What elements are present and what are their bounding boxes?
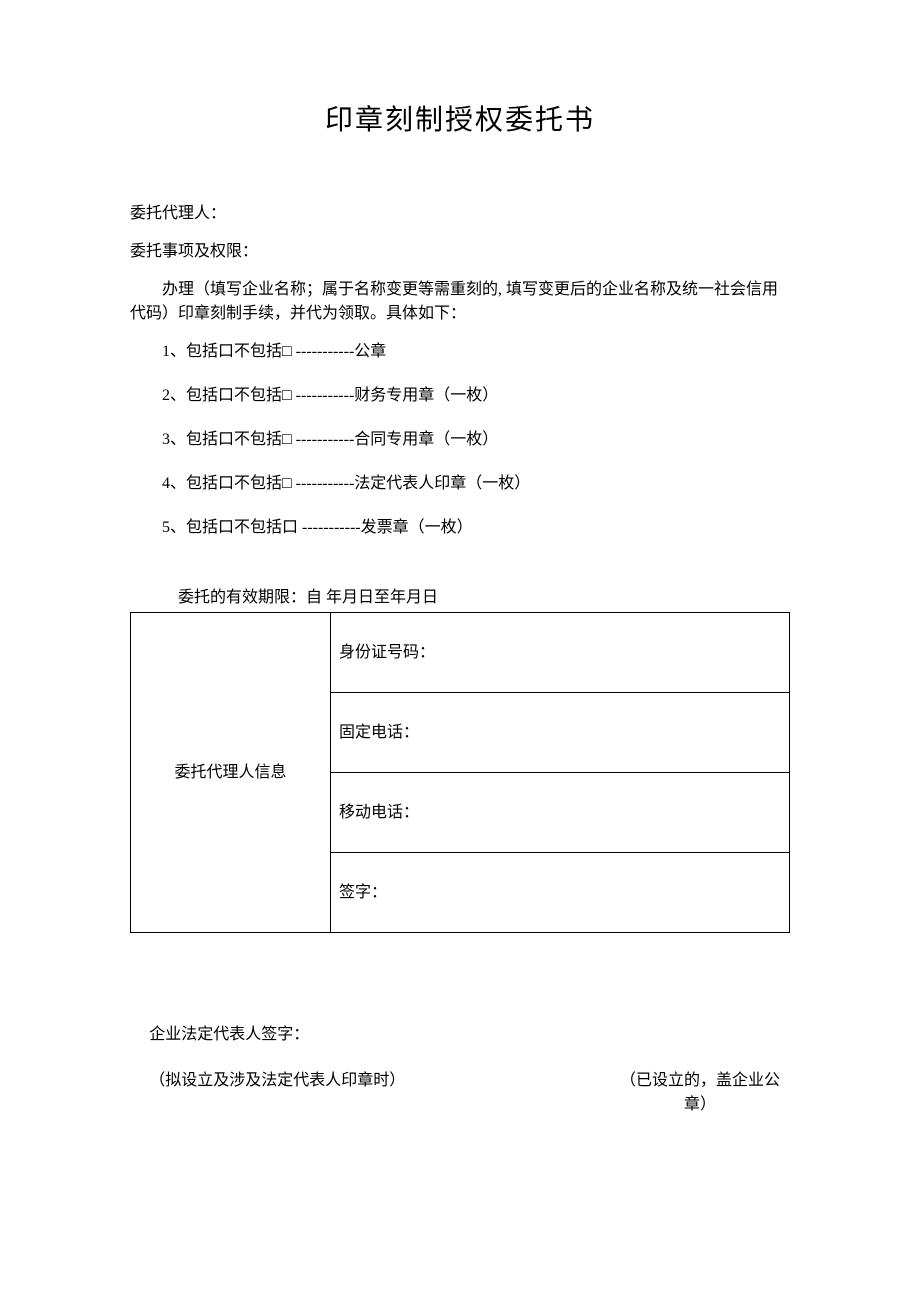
- agent-label: 委托代理人：: [130, 202, 790, 226]
- legal-rep-signature: 企业法定代表人签字：: [149, 1023, 790, 1047]
- list-item: 1、包括口不包括□ -----------公章: [162, 340, 790, 364]
- list-item: 2、包括口不包括□ -----------财务专用章（一枚）: [162, 384, 790, 408]
- list-item: 5、包括口不包括口 -----------发票章（一枚）: [162, 516, 790, 540]
- note-right: （已设立的，盖企业公章）: [610, 1069, 790, 1117]
- signature-cell: 签字：: [331, 853, 790, 933]
- note-left: （拟设立及涉及法定代表人印章时）: [149, 1069, 405, 1117]
- fixed-phone-cell: 固定电话：: [331, 693, 790, 773]
- list-item: 3、包括口不包括□ -----------合同专用章（一枚）: [162, 428, 790, 452]
- scope-label: 委托事项及权限：: [130, 240, 790, 264]
- item-list: 1、包括口不包括□ -----------公章 2、包括口不包括□ ------…: [130, 340, 790, 540]
- list-item: 4、包括口不包括□ -----------法定代表人印章（一枚）: [162, 472, 790, 496]
- document-title: 印章刻制授权委托书: [130, 100, 790, 142]
- instruction-text: 办理（填写企业名称；属于名称变更等需重刻的, 填写变更后的企业名称及统一社会信用…: [130, 278, 790, 326]
- validity-period: 委托的有效期限：自 年月日至年月日: [178, 586, 790, 610]
- signature-block: 企业法定代表人签字： （拟设立及涉及法定代表人印章时） （已设立的，盖企业公章）: [149, 1023, 790, 1117]
- id-number-cell: 身份证号码：: [331, 613, 790, 693]
- agent-info-table: 委托代理人信息 身份证号码： 固定电话： 移动电话： 签字：: [130, 612, 790, 933]
- table-left-header: 委托代理人信息: [131, 613, 331, 933]
- mobile-phone-cell: 移动电话：: [331, 773, 790, 853]
